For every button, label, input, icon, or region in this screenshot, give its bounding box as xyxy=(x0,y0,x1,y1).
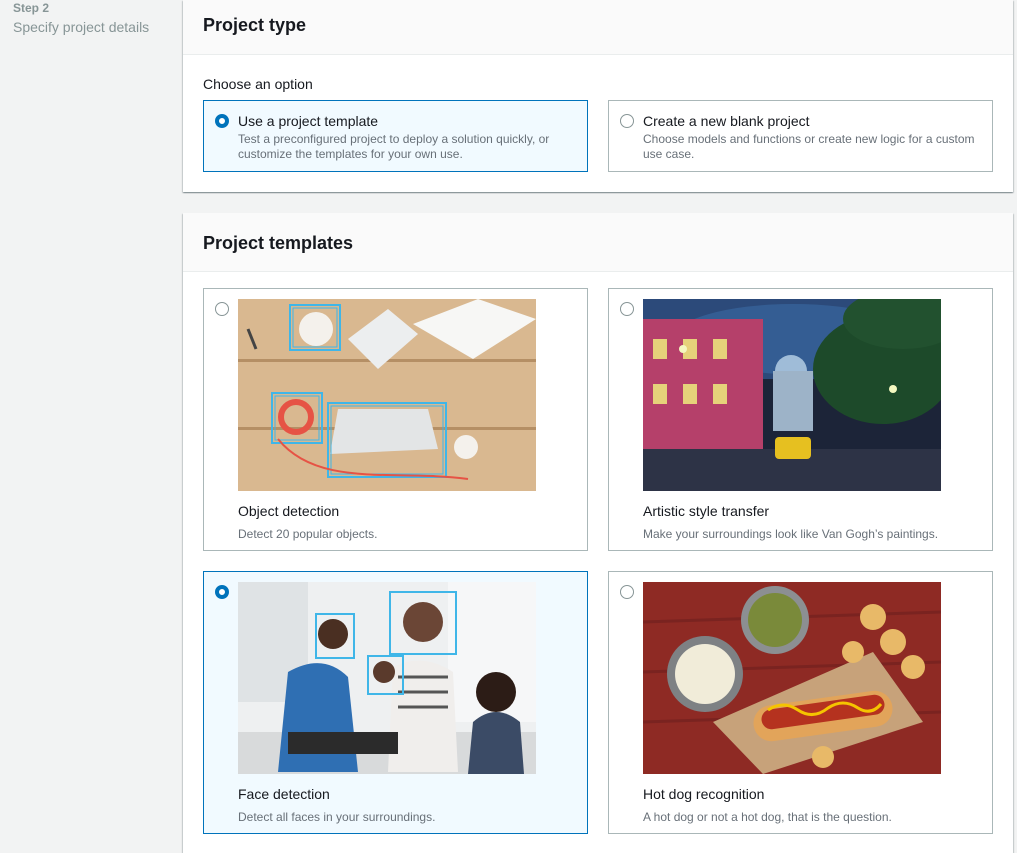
project-type-panel: Project type Choose an option Use a proj… xyxy=(183,0,1013,192)
radio-button[interactable] xyxy=(620,114,634,128)
radio-button[interactable] xyxy=(215,302,229,316)
panel-header: Project type xyxy=(183,0,1013,55)
style-transfer-image xyxy=(643,299,941,491)
option-blank-project[interactable]: Create a new blank project Choose models… xyxy=(608,100,993,172)
template-title: Object detection xyxy=(238,503,340,519)
face-detection-image xyxy=(238,582,536,774)
radio-button[interactable] xyxy=(620,585,634,599)
option-description: Test a preconfigured project to deploy a… xyxy=(238,132,550,161)
step-name[interactable]: Specify project details xyxy=(13,19,149,35)
option-title: Create a new blank project xyxy=(643,113,810,129)
step-label: Step 2 xyxy=(13,1,50,15)
template-face-detection[interactable]: Face detection Detect all faces in your … xyxy=(203,571,588,834)
template-description: Detect all faces in your surroundings. xyxy=(238,810,436,824)
template-title: Hot dog recognition xyxy=(643,786,765,802)
template-hot-dog[interactable]: Hot dog recognition A hot dog or not a h… xyxy=(608,571,993,834)
template-title: Artistic style transfer xyxy=(643,503,770,519)
radio-button[interactable] xyxy=(215,585,229,599)
template-title: Face detection xyxy=(238,786,330,802)
option-description: Choose models and functions or create ne… xyxy=(643,132,975,161)
panel-header: Project templates xyxy=(183,213,1013,272)
template-description: Detect 20 popular objects. xyxy=(238,527,378,541)
radio-button[interactable] xyxy=(215,114,229,128)
template-object-detection[interactable]: Object detection Detect 20 popular objec… xyxy=(203,288,588,551)
option-use-template[interactable]: Use a project template Test a preconfigu… xyxy=(203,100,588,172)
panel-title: Project templates xyxy=(203,233,354,253)
project-templates-panel: Project templates Object detection Detec… xyxy=(183,213,1013,853)
hot-dog-image xyxy=(643,582,941,774)
template-description: Make your surroundings look like Van Gog… xyxy=(643,527,939,541)
choose-option-label: Choose an option xyxy=(203,76,313,92)
wizard-sidebar: Step 2 Specify project details xyxy=(0,0,182,839)
panel-title: Project type xyxy=(203,15,307,35)
option-title: Use a project template xyxy=(238,113,379,129)
object-detection-image xyxy=(238,299,536,491)
radio-button[interactable] xyxy=(620,302,634,316)
template-style-transfer[interactable]: Artistic style transfer Make your surrou… xyxy=(608,288,993,551)
template-description: A hot dog or not a hot dog, that is the … xyxy=(643,810,892,824)
